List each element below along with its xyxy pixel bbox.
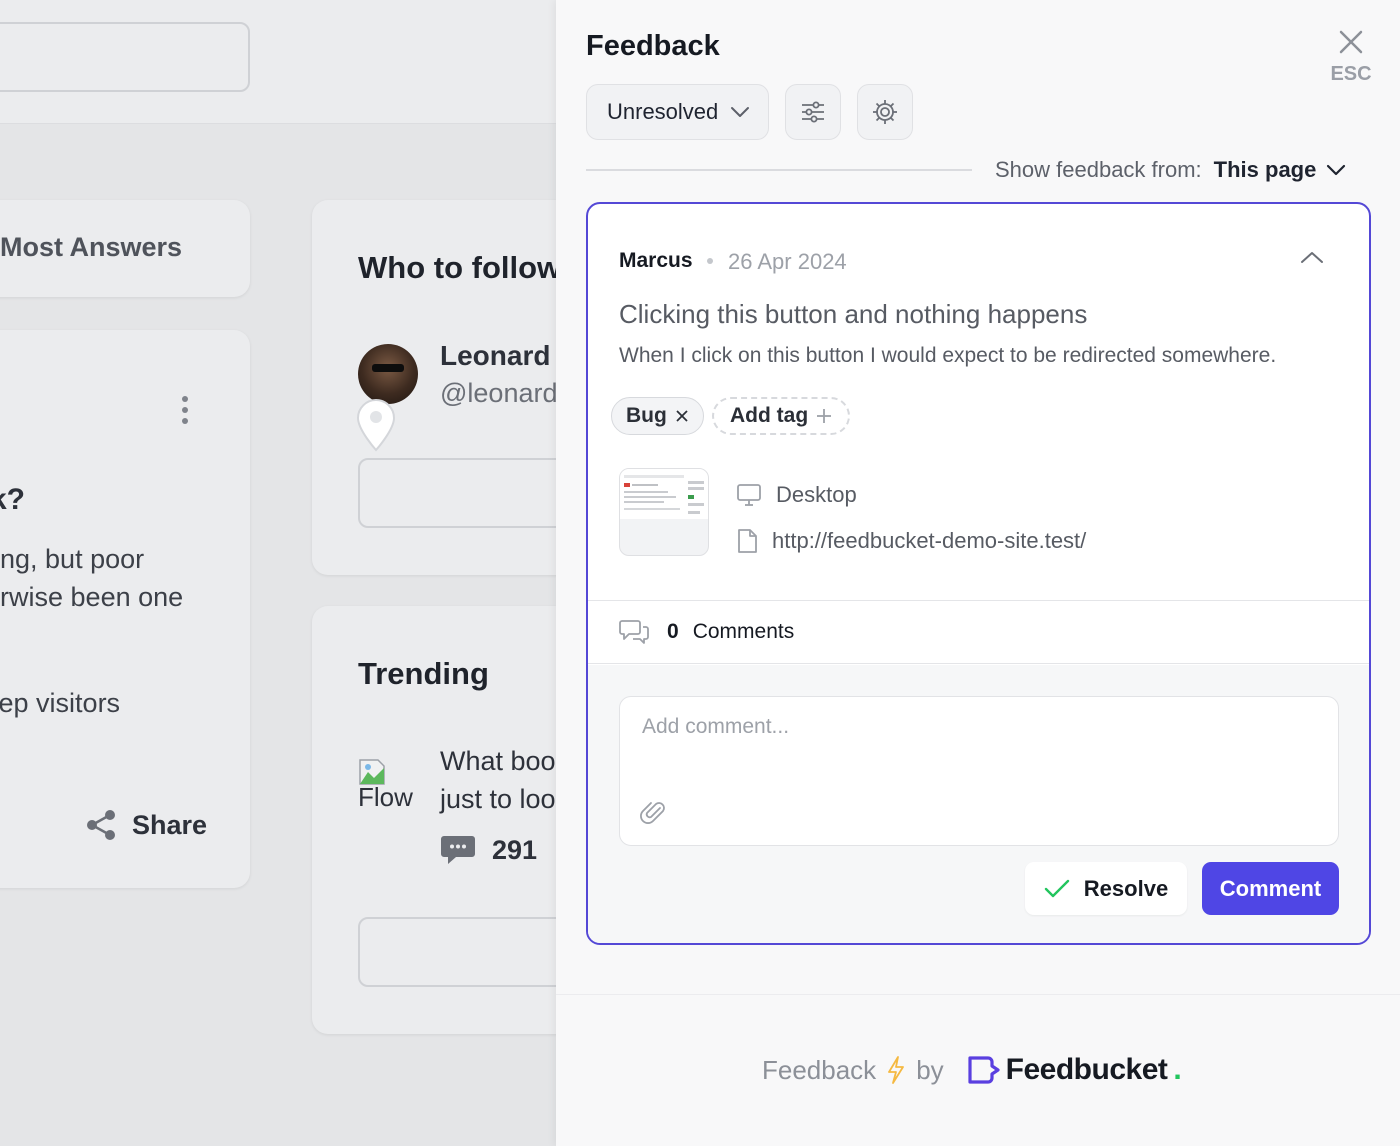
top-bar — [0, 0, 556, 124]
post-text-line: nerwise been one — [0, 582, 184, 612]
feedbucket-logo-icon — [968, 1056, 1000, 1084]
who-to-follow-card: Who to follow Leonard K @leonard — [312, 200, 556, 575]
who-to-follow-title: Who to follow — [358, 250, 556, 285]
close-icon — [676, 410, 688, 422]
comment-count: 0 — [667, 620, 679, 643]
comments-label: Comments — [692, 620, 795, 643]
resolve-label: Resolve — [1083, 875, 1169, 901]
gear-icon — [873, 100, 897, 124]
comments-icon — [619, 620, 649, 644]
device-info: Desktop — [736, 482, 857, 508]
comment-button[interactable]: Comment — [1202, 862, 1339, 915]
close-button[interactable]: ESC — [1326, 28, 1376, 86]
brand-name: Feedbucket — [1005, 1053, 1168, 1086]
page-url: http://feedbucket-demo-site.test/ — [736, 528, 1086, 554]
footer-text: Feedback — [762, 1054, 877, 1085]
comment-composer: Resolve Comment — [588, 665, 1369, 943]
show-from-label: Show feedback from: — [995, 157, 1202, 182]
post-text-line: keep visitors — [0, 688, 121, 718]
resolve-button[interactable]: Resolve — [1025, 862, 1187, 915]
trend-comment-count: 291 — [440, 834, 537, 866]
feedbucket-logo[interactable]: Feedbucket. — [966, 1053, 1182, 1087]
most-answers-title: Most Answers — [0, 232, 183, 262]
brand-dot: . — [1173, 1053, 1182, 1086]
desktop-icon — [737, 484, 761, 506]
follow-handle: @leonard — [440, 378, 556, 408]
map-pin-icon[interactable] — [354, 396, 398, 452]
paperclip-icon[interactable] — [640, 799, 668, 827]
feedback-card[interactable]: Marcus 26 Apr 2024 Clicking this button … — [586, 202, 1371, 945]
tag-label: Bug — [626, 404, 667, 427]
trending-card: Trending Flow What boo just to loo 291 — [312, 606, 556, 1034]
device-label: Desktop — [776, 482, 857, 507]
share-label: Share — [132, 809, 208, 840]
chevron-down-icon — [1327, 164, 1346, 176]
feedback-description: When I click on this button I would expe… — [619, 344, 1277, 367]
show-from-value: This page — [1213, 157, 1317, 182]
add-tag-label: Add tag — [730, 404, 809, 427]
feedback-author: Marcus — [619, 249, 693, 272]
powered-by: Feedback by Feedbucket. — [762, 1053, 1182, 1087]
remove-tag-button[interactable] — [675, 409, 689, 423]
comments-header: 0 Comments — [588, 600, 1369, 664]
tag-bug[interactable]: Bug — [611, 397, 704, 435]
search-box[interactable] — [0, 22, 250, 92]
post-question: k? — [0, 483, 26, 516]
more-options-icon[interactable] — [182, 396, 188, 429]
most-answers-card: Most Answers — [0, 200, 250, 297]
panel-footer: Feedback by Feedbucket. — [556, 994, 1400, 1146]
url-link[interactable]: http://feedbucket-demo-site.test/ — [772, 528, 1086, 554]
share-icon — [87, 810, 115, 840]
add-tag-button[interactable]: Add tag — [712, 397, 851, 435]
sliders-icon — [802, 101, 824, 123]
comment-input[interactable] — [642, 715, 1312, 775]
panel-title: Feedback — [586, 30, 720, 62]
trend-count-value: 291 — [492, 834, 538, 865]
trend-image-alt: Flow — [358, 782, 413, 812]
divider — [586, 169, 972, 171]
check-icon — [1044, 879, 1069, 897]
show-from-select[interactable]: This page — [1214, 157, 1347, 183]
show-feedback-from: Show feedback from: This page — [995, 157, 1346, 183]
follow-button[interactable] — [358, 458, 556, 528]
background-page: Most Answers k? ering, but poor nerwise … — [0, 0, 556, 1146]
trending-more-button[interactable] — [358, 917, 556, 987]
file-icon — [738, 529, 757, 553]
feedback-date: 26 Apr 2024 — [728, 249, 847, 274]
trend-title-line[interactable]: just to loo — [440, 784, 556, 815]
status-filter-value: Unresolved — [607, 99, 719, 124]
chevron-up-icon[interactable] — [1300, 250, 1324, 264]
bolt-icon — [888, 1056, 905, 1084]
share-button[interactable]: Share — [84, 808, 207, 842]
close-icon — [1339, 30, 1363, 54]
trend-title-line[interactable]: What boo — [440, 746, 556, 777]
separator-dot — [707, 258, 713, 264]
screenshot-thumbnail[interactable] — [619, 468, 709, 556]
avatar[interactable] — [358, 344, 418, 404]
status-filter-select[interactable]: Unresolved — [586, 84, 769, 140]
esc-label: ESC — [1330, 63, 1372, 85]
footer-by: by — [916, 1054, 944, 1085]
follow-name[interactable]: Leonard K — [440, 340, 556, 372]
comment-box[interactable] — [619, 696, 1339, 846]
feedback-title: Clicking this button and nothing happens — [619, 299, 1088, 329]
chat-bubble-icon — [441, 836, 475, 864]
screenshot-preview-icon — [620, 469, 708, 519]
feedback-panel: Feedback ESC Unresolved Show feedback fr… — [556, 0, 1400, 1146]
chevron-down-icon — [731, 107, 750, 117]
post-card: k? ering, but poor nerwise been one keep… — [0, 330, 250, 888]
plus-icon — [817, 409, 832, 423]
settings-button[interactable] — [857, 84, 913, 140]
post-text-line: ering, but poor — [0, 544, 145, 574]
filter-button[interactable] — [785, 84, 841, 140]
trending-title: Trending — [358, 656, 489, 691]
